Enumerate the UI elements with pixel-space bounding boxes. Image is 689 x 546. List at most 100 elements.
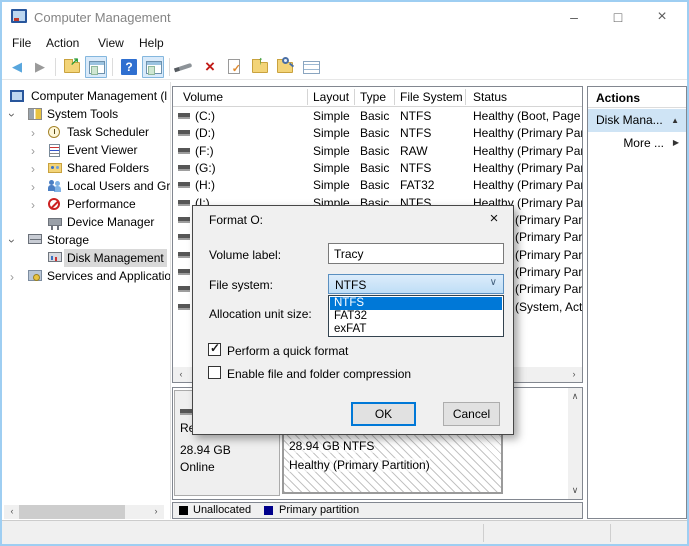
close-button[interactable]: × bbox=[645, 6, 679, 28]
back-icon[interactable]: ◀ bbox=[6, 56, 28, 78]
help-icon[interactable]: ? bbox=[118, 56, 140, 78]
chevron-expanded-icon[interactable]: › bbox=[4, 239, 21, 243]
menu-action[interactable]: Action bbox=[46, 36, 79, 50]
disk-management-icon bbox=[48, 252, 62, 262]
status-bar bbox=[2, 520, 687, 544]
file-system-label: File system: bbox=[209, 278, 273, 292]
tree-item-disk-management[interactable]: Disk Management bbox=[4, 249, 170, 267]
chevron-collapsed-icon[interactable]: › bbox=[31, 142, 35, 160]
menu-bar: File Action View Help bbox=[2, 32, 687, 54]
table-row[interactable]: (G:)SimpleBasicNTFSHealthy (Primary Part bbox=[173, 160, 582, 177]
table-row[interactable]: (D:)SimpleBasicNTFSHealthy (Primary Part bbox=[173, 125, 582, 142]
tree-item-task-scheduler[interactable]: › Task Scheduler bbox=[4, 123, 170, 141]
submenu-arrow-icon[interactable]: ▶ bbox=[673, 133, 679, 153]
partition-status: Healthy (Primary Partition) bbox=[289, 458, 430, 472]
allocation-unit-size-label: Allocation unit size: bbox=[209, 307, 312, 321]
dropdown-option-fat32[interactable]: FAT32 bbox=[330, 310, 502, 323]
folder-export-icon[interactable]: ↑ bbox=[249, 56, 271, 78]
up-folder-icon[interactable]: ↗ bbox=[61, 56, 83, 78]
computer-management-window: Computer Management – □ × File Action Vi… bbox=[0, 0, 689, 546]
console-tree: Computer Management (l › System Tools › … bbox=[4, 82, 170, 520]
dialog-close-icon[interactable]: × bbox=[485, 210, 503, 227]
show-action-pane-icon[interactable] bbox=[142, 56, 164, 78]
column-layout[interactable]: Layout bbox=[313, 90, 349, 104]
chevron-expanded-icon[interactable]: › bbox=[4, 113, 21, 117]
chevron-collapsed-icon[interactable]: › bbox=[31, 178, 35, 196]
chevron-down-icon[interactable]: ∨ bbox=[490, 277, 497, 288]
column-type[interactable]: Type bbox=[360, 90, 386, 104]
maximize-button[interactable]: □ bbox=[601, 6, 635, 28]
show-console-tree-icon[interactable] bbox=[85, 56, 107, 78]
dialog-title: Format O: bbox=[209, 213, 263, 227]
chevron-collapsed-icon[interactable]: › bbox=[31, 160, 35, 178]
menu-help[interactable]: Help bbox=[139, 36, 164, 50]
file-system-dropdown-list: NTFS FAT32 exFAT bbox=[328, 295, 504, 337]
combobox-value: NTFS bbox=[335, 278, 366, 292]
compression-checkbox[interactable] bbox=[208, 366, 221, 379]
column-file-system[interactable]: File System bbox=[400, 90, 463, 104]
actions-panel: Actions Disk Mana... ▲ More ... ▶ bbox=[587, 86, 687, 519]
chevron-collapsed-icon[interactable]: › bbox=[31, 124, 35, 142]
disk-size: 28.94 GB bbox=[180, 443, 231, 457]
tree-item-services[interactable]: › Services and Applicatio bbox=[4, 267, 170, 285]
legend-primary-label: Primary partition bbox=[279, 504, 359, 516]
toolbar: ◀ ▶ ↗ ? × ✓ ↑ bbox=[2, 54, 687, 80]
tree-item-local-users[interactable]: › Local Users and Gro bbox=[4, 177, 170, 195]
volume-icon bbox=[178, 252, 190, 258]
volume-icon bbox=[178, 182, 190, 188]
title-bar: Computer Management – □ × bbox=[2, 2, 687, 32]
tree-item-performance[interactable]: › Performance bbox=[4, 195, 170, 213]
scroll-down-icon[interactable]: ∨ bbox=[569, 485, 581, 496]
volume-label-input[interactable]: Tracy bbox=[328, 243, 504, 264]
table-row[interactable]: (C:)SimpleBasicNTFSHealthy (Boot, Page F bbox=[173, 108, 582, 125]
scrollbar-thumb[interactable] bbox=[19, 505, 125, 519]
ok-button[interactable]: OK bbox=[351, 402, 416, 426]
tree-horizontal-scrollbar[interactable]: ‹ › bbox=[4, 505, 164, 519]
console-tool-icon[interactable] bbox=[175, 56, 197, 78]
chevron-collapsed-icon[interactable]: › bbox=[31, 196, 35, 214]
file-system-combobox[interactable]: NTFS ∨ bbox=[328, 274, 504, 294]
actions-more-item[interactable]: More ... ▶ bbox=[588, 133, 686, 153]
tree-item-event-viewer[interactable]: › Event Viewer bbox=[4, 141, 170, 159]
actions-disk-management-group[interactable]: Disk Mana... ▲ bbox=[588, 109, 686, 132]
delete-icon[interactable]: × bbox=[199, 56, 221, 78]
table-row[interactable]: (F:)SimpleBasicRAWHealthy (Primary Part bbox=[173, 143, 582, 160]
check-document-icon[interactable]: ✓ bbox=[223, 56, 245, 78]
tree-item-shared-folders[interactable]: › Shared Folders bbox=[4, 159, 170, 177]
scroll-right-icon[interactable]: › bbox=[568, 369, 580, 379]
tree-item-system-tools[interactable]: › System Tools bbox=[4, 105, 170, 123]
menu-view[interactable]: View bbox=[98, 36, 124, 50]
legend-unallocated-label: Unallocated bbox=[193, 504, 251, 516]
dropdown-option-exfat[interactable]: exFAT bbox=[330, 323, 502, 336]
scroll-left-icon[interactable]: ‹ bbox=[6, 506, 18, 516]
graph-vertical-scrollbar[interactable]: ∧ ∨ bbox=[568, 388, 582, 499]
panel-divider bbox=[170, 82, 171, 519]
folder-search-icon[interactable] bbox=[274, 56, 296, 78]
menu-file[interactable]: File bbox=[12, 36, 31, 50]
chevron-collapsed-icon[interactable]: › bbox=[10, 268, 14, 286]
table-row[interactable]: (H:)SimpleBasicFAT32Healthy (Primary Par… bbox=[173, 177, 582, 194]
dropdown-option-ntfs[interactable]: NTFS bbox=[330, 297, 502, 310]
quick-format-checkbox[interactable]: ✓ bbox=[208, 343, 221, 356]
primary-partition-swatch bbox=[264, 506, 273, 515]
cancel-button[interactable]: Cancel bbox=[443, 402, 500, 426]
tree-item-computer-management[interactable]: Computer Management (l bbox=[4, 87, 170, 105]
device-manager-icon bbox=[48, 218, 62, 226]
scroll-left-icon[interactable]: ‹ bbox=[175, 369, 187, 379]
details-view-icon[interactable] bbox=[300, 56, 322, 78]
forward-icon[interactable]: ▶ bbox=[29, 56, 51, 78]
compression-label: Enable file and folder compression bbox=[227, 367, 411, 381]
scroll-up-icon[interactable]: ∧ bbox=[569, 391, 581, 402]
column-status[interactable]: Status bbox=[473, 90, 507, 104]
tree-item-storage[interactable]: › Storage bbox=[4, 231, 170, 249]
column-volume[interactable]: Volume bbox=[183, 90, 223, 104]
system-tools-icon bbox=[28, 108, 42, 120]
scroll-right-icon[interactable]: › bbox=[150, 506, 162, 516]
collapse-icon[interactable]: ▲ bbox=[671, 109, 679, 132]
window-title: Computer Management bbox=[34, 10, 171, 25]
volume-icon bbox=[178, 286, 190, 292]
volume-icon bbox=[178, 217, 190, 223]
minimize-button[interactable]: – bbox=[557, 6, 591, 28]
actions-header: Actions bbox=[588, 87, 686, 108]
tree-item-device-manager[interactable]: Device Manager bbox=[4, 213, 170, 231]
